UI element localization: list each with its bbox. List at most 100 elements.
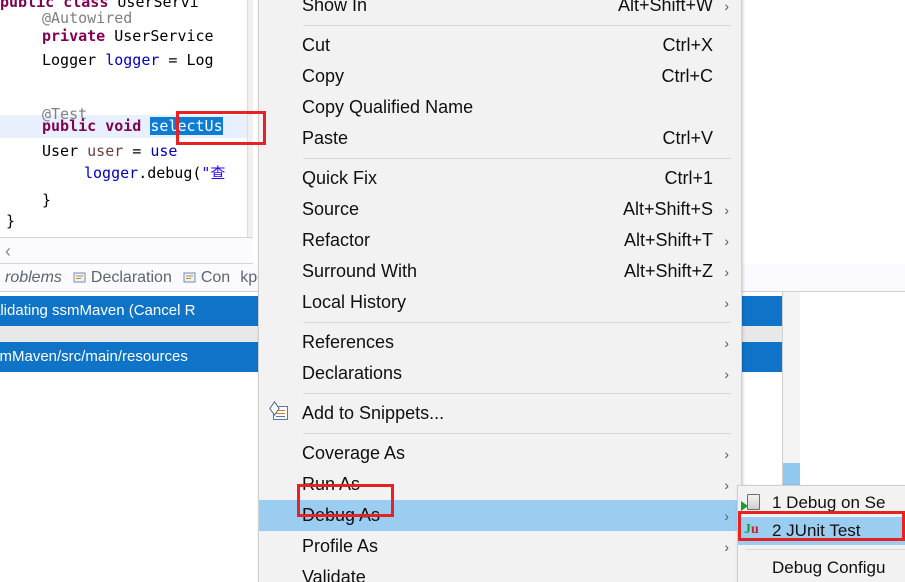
menu-item-label: Quick Fix: [302, 168, 378, 188]
selected-method-name[interactable]: selectUs: [150, 117, 223, 135]
menu-item-quick-fix[interactable]: Quick Fix Ctrl+1›: [259, 163, 741, 194]
menu-item-icon-slot: [267, 293, 297, 313]
menu-item-surround-with[interactable]: Surround With Alt+Shift+Z ›: [259, 256, 741, 287]
menu-item-refactor[interactable]: Refactor Alt+Shift+T ›: [259, 225, 741, 256]
menu-item-paste[interactable]: Paste Ctrl+V›: [259, 123, 741, 154]
code-line: @Autowired: [42, 10, 132, 26]
chevron-right-icon: ›: [724, 0, 729, 14]
menu-item-add-to-snippets[interactable]: Add to Snippets... ›: [259, 398, 741, 429]
view-tab-label: roblems: [5, 268, 62, 286]
editor-vertical-scrollbar[interactable]: [247, 0, 253, 237]
chevron-right-icon: ›: [724, 507, 729, 524]
menu-item-shortcut: Alt+Shift+S: [622, 199, 713, 219]
junit-glyph: Ju: [744, 522, 759, 537]
menu-item-label: Show In: [302, 0, 368, 15]
menu-item-copy-qualified-name[interactable]: Copy Qualified Name ›: [259, 92, 741, 123]
menu-item-validate[interactable]: Validate ›: [259, 562, 741, 582]
chevron-right-icon: ›: [724, 476, 729, 493]
menu-separator: [303, 393, 731, 394]
menu-item-shortcut: Ctrl+C: [661, 66, 713, 86]
chevron-right-icon: ›: [724, 201, 729, 218]
snippet-glyph: [273, 405, 288, 420]
code-token: }: [6, 212, 16, 230]
menu-item-source[interactable]: Source Alt+Shift+S ›: [259, 194, 741, 225]
menu-separator: [303, 322, 731, 323]
code-token: Logger: [42, 51, 106, 69]
chevron-right-icon: ›: [724, 365, 729, 382]
menu-item-label: References: [302, 332, 395, 352]
code-line: private UserService: [42, 28, 214, 44]
chevron-placeholder: ›: [715, 570, 729, 582]
submenu-item-debug-configu[interactable]: Debug Configu: [738, 554, 905, 582]
submenu-item-label: 1 Debug on Se: [772, 493, 886, 512]
menu-item-icon-slot: [267, 231, 297, 251]
chevron-right-icon: ›: [724, 232, 729, 249]
view-tab-con[interactable]: Con: [182, 269, 240, 287]
submenu-item-label: 2 JUnit Test: [772, 521, 861, 540]
console-icon: [182, 270, 198, 286]
menu-item-shortcut: Alt+Shift+Z: [623, 261, 713, 281]
chevron-right-icon: ›: [724, 294, 729, 311]
menu-item-local-history[interactable]: Local History ›: [259, 287, 741, 318]
menu-item-icon-slot: [267, 364, 297, 384]
code-token: @Autowired: [42, 9, 133, 27]
menu-item-icon-slot: [267, 506, 297, 526]
chevron-right-icon: ›: [724, 538, 729, 555]
menu-item-shortcut: Ctrl+1: [664, 168, 713, 188]
menu-item-debug-as[interactable]: Debug As ›: [259, 500, 741, 531]
code-token: }: [42, 191, 52, 209]
menu-item-icon-slot: [267, 200, 297, 220]
menu-item-icon-slot: [267, 333, 297, 353]
menu-item-label: Source: [302, 199, 360, 219]
view-tab-roblems[interactable]: roblems: [0, 269, 72, 287]
menu-item-declarations[interactable]: Declarations ›: [259, 358, 741, 389]
menu-item-show-in[interactable]: Show In Alt+Shift+W ›: [259, 0, 741, 21]
menu-item-run-as[interactable]: Run As ›: [259, 469, 741, 500]
menu-item-label: Debug As: [302, 505, 381, 525]
code-token: .debug(: [138, 164, 202, 182]
menu-separator: [303, 25, 731, 26]
menu-item-icon-slot: [267, 537, 297, 557]
view-tab-label: Declaration: [90, 268, 172, 286]
code-token: private: [42, 27, 115, 45]
menu-item-label: Declarations: [302, 363, 403, 383]
collapse-left-icon[interactable]: ‹: [5, 241, 11, 262]
code-line: }: [42, 192, 51, 208]
code-token: logger: [84, 164, 139, 182]
warning-icon: [0, 270, 2, 286]
menu-item-shortcut: Ctrl+X: [662, 35, 713, 55]
server-debug-icon: [738, 493, 770, 513]
chevron-placeholder: ›: [715, 406, 729, 422]
chevron-right-icon: ›: [724, 334, 729, 351]
menu-item-copy[interactable]: Copy Ctrl+C›: [259, 61, 741, 92]
context-menu[interactable]: Show InAlt+Shift+W› CutCtrl+X›CopyCtrl+C›…: [258, 0, 742, 582]
code-token: =: [123, 142, 151, 160]
submenu-item-1-debug-on-se[interactable]: 1 Debug on Se: [738, 489, 905, 517]
debug-as-submenu[interactable]: 1 Debug on Se Ju 2 JUnit Test Debug Configu: [737, 485, 905, 582]
view-tab-declaration[interactable]: Declaration: [72, 269, 182, 287]
submenu-item-2-junit-test[interactable]: Ju 2 JUnit Test: [738, 517, 905, 545]
snippet-icon: [267, 404, 297, 424]
menu-item-references[interactable]: References ›: [259, 327, 741, 358]
menu-item-label: Copy Qualified Name: [302, 97, 474, 117]
menu-item-label: Surround With: [302, 261, 418, 281]
code-line: Logger logger = Log: [42, 52, 214, 68]
menu-item-icon-slot: [267, 98, 297, 118]
chevron-placeholder: ›: [715, 100, 729, 116]
menu-item-profile-as[interactable]: Profile As ›: [259, 531, 741, 562]
code-editor[interactable]: public class UserServi @Autowired private …: [0, 0, 253, 237]
code-token: User: [42, 142, 88, 160]
menu-item-icon-slot: [267, 0, 297, 16]
menu-item-label: Local History: [302, 292, 407, 312]
menu-item-cut[interactable]: Cut Ctrl+X›: [259, 30, 741, 61]
code-line-selected-method: public void selectUs: [42, 117, 223, 135]
menu-item-label: Profile As: [302, 536, 379, 556]
menu-item-label: Refactor: [302, 230, 371, 250]
menu-item-icon-slot: [267, 36, 297, 56]
menu-item-icon-slot: [267, 568, 297, 582]
menu-item-coverage-as[interactable]: Coverage As ›: [259, 438, 741, 469]
menu-item-icon-slot: [267, 129, 297, 149]
menu-item-label: Coverage As: [302, 443, 406, 463]
chevron-right-icon: ›: [724, 263, 729, 280]
chevron-right-icon: ›: [724, 445, 729, 462]
